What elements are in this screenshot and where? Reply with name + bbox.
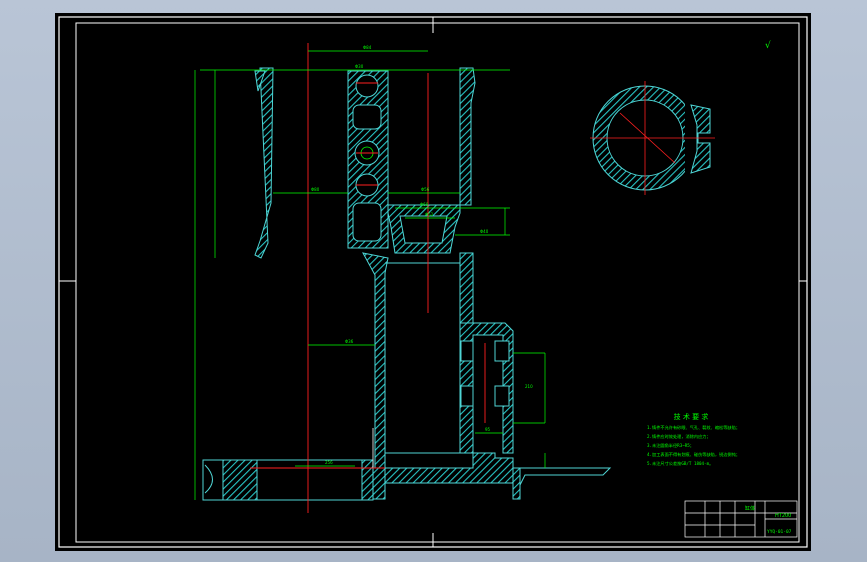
note-line-5: 5.未注尺寸公差按GB/T 1804-m。: [647, 460, 713, 467]
dimension-label: Φ36: [345, 339, 354, 344]
roughness-mark: √: [765, 40, 771, 51]
cad-drawing-viewport[interactable]: √ 技 术 要 求 1.铸件不允许有砂眼、气孔、裂纹、缩松等缺陷； 2.铸件应时…: [55, 13, 811, 551]
note-line-1: 1.铸件不允许有砂眼、气孔、裂纹、缩松等缺陷；: [647, 424, 740, 431]
ring-section-view: [590, 81, 715, 195]
note-line-4: 4.加工表面不得有划痕、碰伤等缺陷，锐边倒钝；: [647, 451, 740, 458]
dimension-label: Φ56: [421, 187, 430, 192]
note-line-3: 3.未注圆角半径R3~R5；: [647, 442, 694, 449]
dimension-label: 210: [525, 384, 533, 389]
dimension-label: 256: [325, 460, 333, 465]
dimension-label: Φ30: [355, 64, 364, 69]
dimension-label: Φ80: [311, 187, 320, 192]
dimension-label: 95: [485, 427, 491, 432]
drawing-no: YYQ-01-07: [767, 529, 792, 535]
technical-notes: 技 术 要 求 1.铸件不允许有砂眼、气孔、裂纹、缩松等缺陷； 2.铸件应时效处…: [647, 412, 740, 467]
dimension-label: Φ40: [480, 229, 489, 234]
part-name: 缸体: [745, 505, 755, 512]
lower-body-section: [362, 252, 514, 484]
left-wall-section: [254, 67, 274, 259]
dimension-label: Φ52: [425, 212, 434, 217]
material: HT200: [775, 513, 791, 519]
cad-drawing-canvas: √ 技 术 要 求 1.铸件不允许有砂眼、气孔、裂纹、缩松等缺陷； 2.铸件应时…: [58, 16, 808, 548]
notes-heading: 技 术 要 求: [674, 412, 709, 421]
note-line-2: 2.铸件应时效处理，消除内应力；: [647, 433, 711, 440]
dimension-label: Φ60: [420, 202, 429, 207]
right-wall-section: [459, 67, 476, 206]
dimension-label: Φ84: [363, 45, 372, 50]
main-section-view: [202, 67, 612, 501]
